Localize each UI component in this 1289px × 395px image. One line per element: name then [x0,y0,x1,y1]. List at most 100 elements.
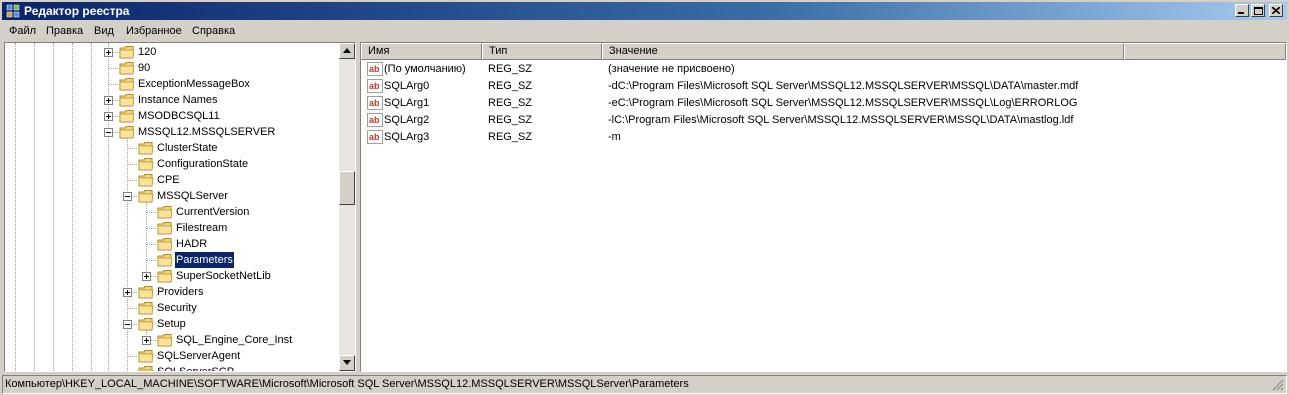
tree-node[interactable]: ConfigurationState [5,156,335,172]
tree-node-label[interactable]: Setup [156,316,187,332]
maximize-button[interactable] [1251,4,1265,17]
tree-node[interactable]: CPE [5,172,335,188]
title-bar[interactable]: Редактор реестра [2,2,1287,20]
expand-icon[interactable] [104,48,113,57]
tree-node[interactable]: Security [5,300,335,316]
collapse-icon[interactable] [104,128,113,137]
value-type: REG_SZ [488,80,533,92]
tree-node[interactable]: 120 [5,44,335,60]
scroll-down-button[interactable] [339,355,355,371]
tree-node-label[interactable]: Parameters [174,251,235,269]
tree-node[interactable]: MSSQL12.MSSQLSERVER [5,124,335,140]
tree-node-label[interactable]: Instance Names [137,92,218,108]
menu-edit[interactable]: Правка [43,24,86,38]
minimize-icon [1238,12,1244,14]
tree-node[interactable]: SQLServerSCP [5,364,335,371]
value-name: (По умолчанию) [384,63,466,75]
expand-icon[interactable] [104,96,113,105]
close-button[interactable] [1269,4,1283,17]
registry-tree[interactable]: 120 90 ExceptionMessageBox Instance Names MS… [4,42,356,372]
column-header-filler [1124,43,1286,60]
tree-node-label[interactable]: MSODBCSQL11 [137,108,221,124]
tree-node-label[interactable]: 120 [137,44,157,60]
folder-icon [138,157,154,171]
scroll-thumb[interactable] [339,171,355,205]
tree-node-label[interactable]: CPE [156,172,181,188]
registry-editor-icon [6,4,20,18]
value-row[interactable]: ab SQLArg1 REG_SZ -eC:\Program Files\Micros… [361,95,1286,112]
tree-node[interactable]: Instance Names [5,92,335,108]
tree-node-label[interactable]: CurrentVersion [175,204,250,220]
folder-icon [138,173,154,187]
value-row[interactable]: ab SQLArg0 REG_SZ -dC:\Program Files\Micros… [361,78,1286,95]
tree-node[interactable]: HADR [5,236,335,252]
value-name: SQLArg2 [384,114,430,126]
value-data: (значение не присвоено) [608,63,735,75]
tree-node-label[interactable]: HADR [175,236,208,252]
tree-node-label[interactable]: Security [156,300,198,316]
folder-icon [119,61,135,75]
tree-node[interactable]: Parameters [5,251,335,269]
expand-icon[interactable] [104,112,113,121]
tree-vertical-scrollbar[interactable] [339,43,355,371]
window-title: Редактор реестра [24,4,130,18]
menu-file[interactable]: Файл [6,24,39,38]
column-header-name[interactable]: Имя [361,43,482,60]
tree-node-label[interactable]: Providers [156,284,204,300]
folder-icon [119,125,135,139]
tree-node-label[interactable]: SQL_Engine_Core_Inst [175,332,293,348]
tree-node[interactable]: Setup [5,316,335,332]
collapse-icon[interactable] [123,320,132,329]
tree-node[interactable]: ExceptionMessageBox [5,76,335,92]
tree-node[interactable]: ClusterState [5,140,335,156]
menu-view[interactable]: Вид [91,24,117,38]
collapse-icon[interactable] [123,192,132,201]
tree-node-label[interactable]: MSSQL12.MSSQLSERVER [137,124,276,140]
tree-node-label[interactable]: ConfigurationState [156,156,249,172]
tree-connector [127,356,137,357]
tree-node-label[interactable]: MSSQLServer [156,188,229,204]
svg-text:ab: ab [369,98,380,108]
value-row[interactable]: ab SQLArg2 REG_SZ -lC:\Program Files\Micros… [361,112,1286,129]
minimize-button[interactable] [1235,4,1249,17]
tree-connector [146,244,156,245]
tree-node-label[interactable]: 90 [137,60,151,76]
string-value-icon: ab [367,130,383,144]
tree-node[interactable]: SQL_Engine_Core_Inst [5,332,335,348]
tree-node[interactable]: Providers [5,284,335,300]
tree-node-label[interactable]: SQLServerAgent [156,348,241,364]
expand-icon[interactable] [142,272,151,281]
tree-node[interactable]: CurrentVersion [5,204,335,220]
column-header-value[interactable]: Значение [602,43,1124,60]
scroll-up-button[interactable] [339,43,355,59]
tree-node-label[interactable]: Filestream [175,220,228,236]
folder-icon [138,285,154,299]
string-value-icon: ab [367,62,383,76]
resize-grip-icon[interactable] [1272,379,1284,391]
menu-help[interactable]: Справка [189,24,238,38]
folder-icon [138,365,154,371]
tree-node[interactable]: MSODBCSQL11 [5,108,335,124]
expand-icon[interactable] [142,336,151,345]
column-header-type[interactable]: Тип [482,43,602,60]
tree-node-label[interactable]: SuperSocketNetLib [175,268,272,284]
values-list[interactable]: Имя Тип Значение ab (По умолчанию) REG_SZ (… [360,42,1287,372]
value-row[interactable]: ab (По умолчанию) REG_SZ (значение не присв… [361,61,1286,78]
tree-node[interactable]: SuperSocketNetLib [5,268,335,284]
tree-node-label[interactable]: ExceptionMessageBox [137,76,251,92]
tree-node[interactable]: SQLServerAgent [5,348,335,364]
folder-icon [119,109,135,123]
tree-node[interactable]: MSSQLServer [5,188,335,204]
string-value-icon: ab [367,79,383,93]
arrow-up-icon [343,48,351,53]
svg-text:ab: ab [369,115,380,125]
value-row[interactable]: ab SQLArg3 REG_SZ -m [361,129,1286,146]
tree-node-label[interactable]: ClusterState [156,140,219,156]
expand-icon[interactable] [123,288,132,297]
tree-node-label[interactable]: SQLServerSCP [156,364,235,371]
maximize-icon [1254,7,1263,15]
tree-node[interactable]: 90 [5,60,335,76]
folder-icon [157,253,173,267]
menu-favorites[interactable]: Избранное [123,24,185,38]
tree-node[interactable]: Filestream [5,220,335,236]
